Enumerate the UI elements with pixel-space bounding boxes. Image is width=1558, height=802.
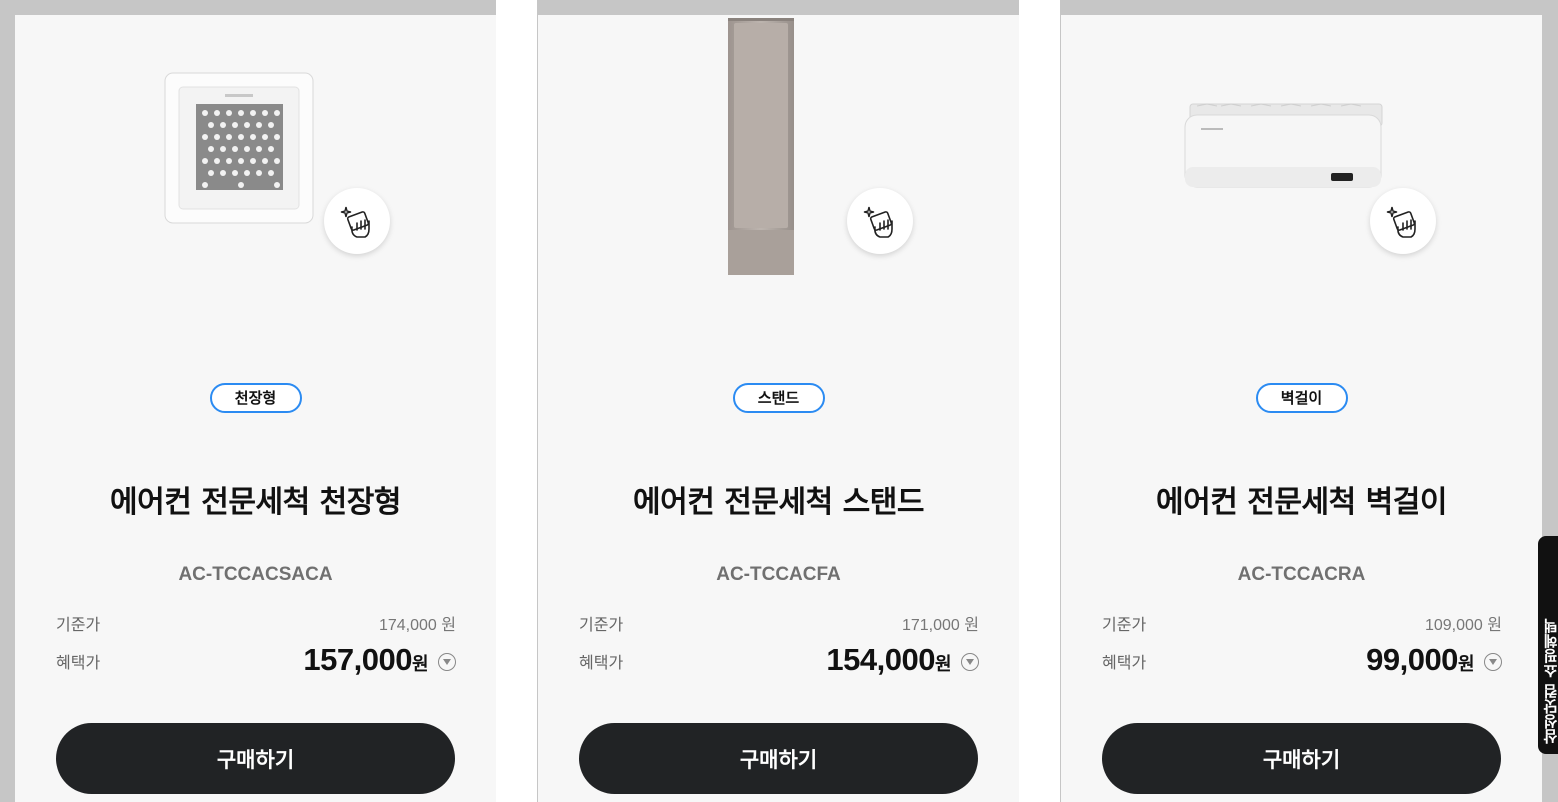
product-card-ceiling: 천장형 에어컨 전문세척 천장형 AC-TCCACSACA 기준가 174,00… [15,15,496,802]
product-title[interactable]: 에어컨 전문세척 천장형 [15,477,496,521]
benefit-price-row: 혜택가 99,000원 [1102,642,1502,677]
cleaning-hand-icon [847,188,913,254]
base-price-value: 174,000 원 [378,617,456,634]
gap-divider [1019,0,1060,802]
base-price-row: 기준가 171,000 원 [579,607,979,637]
cleaning-hand-icon [1370,188,1436,254]
product-title[interactable]: 에어컨 전문세척 벽걸이 [1061,477,1542,521]
benefit-price-value: 99,000원 [1366,642,1474,677]
product-image[interactable] [538,15,1019,355]
base-price-row: 기준가 174,000 원 [56,607,456,637]
benefit-price-value: 154,000원 [826,642,951,677]
benefit-price-label: 혜택가 [1102,653,1147,672]
model-code: AC-TCCACRA [1237,564,1366,585]
wall-aircon-image [1184,103,1383,188]
cleaning-hand-icon [324,188,390,254]
benefit-price-row: 혜택가 157,000원 [56,642,456,677]
benefit-price-row: 혜택가 154,000원 [579,642,979,677]
side-tab-label: 삼성닷컴 쇼핑혜택 [1542,618,1558,744]
product-card-wall: 벽걸이 에어컨 전문세척 벽걸이 AC-TCCACRA 기준가 109,000 … [1061,15,1542,802]
model-code: AC-TCCACSACA [178,564,333,585]
type-tag: 스탠드 [732,383,825,413]
product-list: 천장형 에어컨 전문세척 천장형 AC-TCCACSACA 기준가 174,00… [0,0,1558,802]
product-title[interactable]: 에어컨 전문세척 스탠드 [538,477,1019,521]
type-tag: 천장형 [209,383,302,413]
side-shopping-tab[interactable]: 삼성닷컴 쇼핑혜택 [1538,536,1558,754]
stand-aircon-image [728,18,794,275]
chevron-down-icon[interactable] [961,653,979,671]
buy-button[interactable]: 구매하기 [56,723,455,794]
product-card-stand: 스탠드 에어컨 전문세척 스탠드 AC-TCCACFA 기준가 171,000 … [538,15,1019,802]
chevron-down-icon[interactable] [1484,653,1502,671]
benefit-price-label: 혜택가 [56,653,101,672]
base-price-label: 기준가 [579,615,624,634]
base-price-label: 기준가 [1102,615,1147,634]
product-image[interactable] [1061,15,1542,355]
base-price-value: 109,000 원 [1424,617,1502,634]
base-price-value: 171,000 원 [901,617,979,634]
model-code: AC-TCCACFA [716,564,841,585]
type-tag: 벽걸이 [1255,383,1348,413]
buy-button[interactable]: 구매하기 [1102,723,1501,794]
gap-divider [496,0,537,802]
product-image[interactable] [15,15,496,355]
benefit-price-label: 혜택가 [579,653,624,672]
buy-button[interactable]: 구매하기 [579,723,978,794]
base-price-row: 기준가 109,000 원 [1102,607,1502,637]
base-price-label: 기준가 [56,615,101,634]
benefit-price-value: 157,000원 [303,642,428,677]
ceiling-aircon-image [164,72,314,224]
chevron-down-icon[interactable] [438,653,456,671]
